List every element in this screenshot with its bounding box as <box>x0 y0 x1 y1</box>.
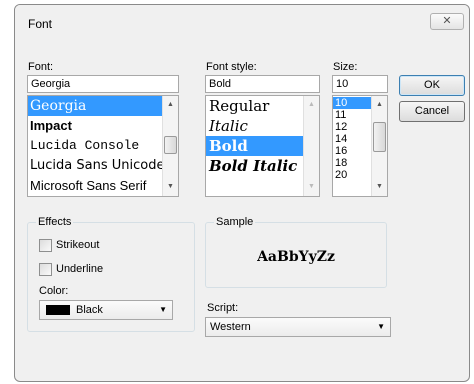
font-label: Font: <box>28 61 54 73</box>
scroll-up-arrow-icon[interactable]: ▲ <box>372 98 387 112</box>
font-list-item[interactable]: Lucida Sans Unicode <box>28 156 178 176</box>
scroll-up-arrow-icon[interactable]: ▲ <box>304 98 319 112</box>
ok-button[interactable]: OK <box>399 75 465 96</box>
chevron-down-icon: ▼ <box>377 322 385 331</box>
scroll-thumb[interactable] <box>164 136 177 154</box>
scroll-thumb[interactable] <box>373 122 386 152</box>
font-dialog: Font ✕ Font: Georgia Georgia Impact Luci… <box>14 4 470 382</box>
chevron-down-icon: ▼ <box>159 305 167 314</box>
color-dropdown[interactable]: Black ▼ <box>39 300 173 320</box>
effects-title: Effects <box>36 216 74 228</box>
effects-group: Effects Strikeout Underline Color: Black… <box>27 216 195 332</box>
font-list-scrollbar[interactable]: ▲ ▼ <box>162 96 178 196</box>
dialog-title: Font <box>28 17 53 31</box>
font-name-input[interactable]: Georgia <box>27 75 179 93</box>
font-style-input[interactable]: Bold <box>205 75 320 93</box>
size-input[interactable]: 10 <box>332 75 388 93</box>
font-list[interactable]: Georgia Impact Lucida Console Lucida San… <box>27 95 179 197</box>
font-list-item[interactable]: Microsoft Sans Serif <box>28 176 178 196</box>
color-value: Black <box>76 304 103 316</box>
script-label: Script: <box>207 302 239 314</box>
scroll-down-arrow-icon[interactable]: ▼ <box>304 180 319 194</box>
color-swatch <box>46 305 70 315</box>
close-button[interactable]: ✕ <box>430 13 464 30</box>
close-icon: ✕ <box>442 15 452 27</box>
size-label: Size: <box>333 61 358 73</box>
scroll-down-arrow-icon[interactable]: ▼ <box>163 180 178 194</box>
scroll-up-arrow-icon[interactable]: ▲ <box>163 98 178 112</box>
strikeout-label: Strikeout <box>56 239 100 251</box>
sample-preview-text: AaBbYyZz <box>257 249 335 265</box>
script-dropdown[interactable]: Western ▼ <box>205 317 391 337</box>
script-value: Western <box>210 321 251 333</box>
font-style-label: Font style: <box>206 61 257 73</box>
cancel-button[interactable]: Cancel <box>399 101 465 122</box>
font-list-item[interactable]: Georgia <box>28 96 178 116</box>
font-style-scrollbar[interactable]: ▲ ▼ <box>303 96 319 196</box>
size-list-scrollbar[interactable]: ▲ ▼ <box>371 96 387 196</box>
underline-label: Underline <box>56 263 104 275</box>
sample-title: Sample <box>214 216 256 228</box>
color-label: Color: <box>39 285 69 297</box>
sample-group: Sample AaBbYyZz <box>205 216 387 288</box>
font-style-list[interactable]: Regular Italic Bold Bold Italic ▲ ▼ <box>205 95 320 197</box>
title-bar: Font ✕ <box>15 5 469 39</box>
size-list[interactable]: 10 11 12 14 16 18 20 ▲ ▼ <box>332 95 388 197</box>
underline-checkbox[interactable] <box>39 263 52 276</box>
scroll-down-arrow-icon[interactable]: ▼ <box>372 180 387 194</box>
font-list-item[interactable]: Impact <box>28 116 178 136</box>
font-list-item[interactable]: Lucida Console <box>28 136 178 156</box>
strikeout-checkbox[interactable] <box>39 239 52 252</box>
